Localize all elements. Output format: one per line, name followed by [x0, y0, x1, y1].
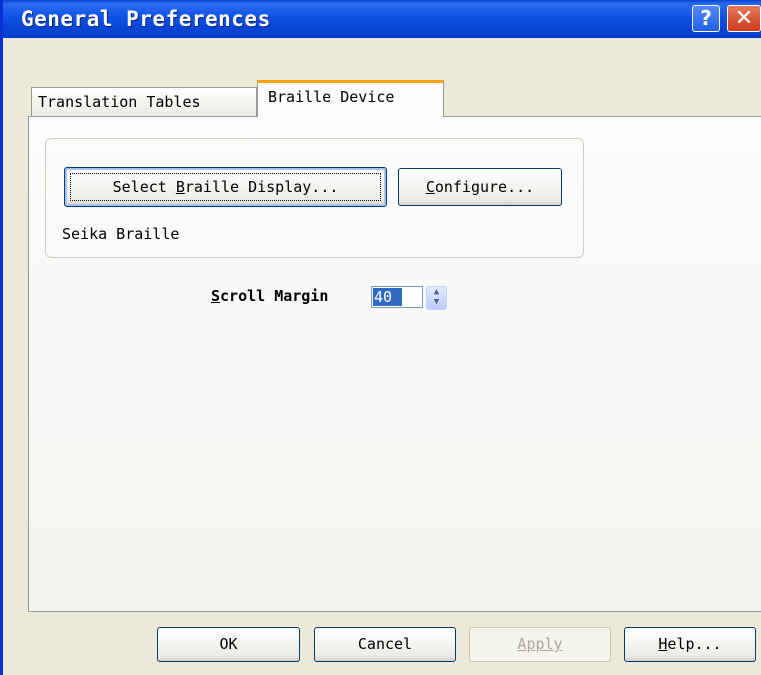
tab-braille-device[interactable]: Braille Device [257, 80, 444, 117]
scroll-margin-mnemonic: S [211, 287, 221, 305]
apply-button[interactable]: Apply [469, 627, 611, 662]
current-device-label: Seika Braille [62, 225, 180, 243]
configure-button[interactable]: Configure... [398, 168, 562, 206]
ok-button[interactable]: OK [157, 627, 300, 662]
title-bar[interactable]: General Preferences ? ✕ [3, 0, 761, 38]
configure-button-label: onfigure... [434, 178, 535, 196]
select-braille-display-button[interactable]: Select Braille Display... [64, 167, 387, 207]
tab-translation-tables[interactable]: Translation Tables [31, 87, 257, 116]
apply-button-label: Apply [517, 635, 563, 653]
scroll-margin-value: 40 [373, 288, 403, 306]
window-title: General Preferences [21, 7, 271, 31]
help-button[interactable]: Help... [624, 627, 756, 662]
close-icon[interactable]: ✕ [727, 5, 761, 32]
scroll-margin-spinner[interactable]: ▲ ▼ [426, 286, 447, 310]
cancel-button[interactable]: Cancel [314, 627, 456, 662]
spin-down-icon[interactable]: ▼ [427, 297, 446, 307]
focus-rectangle [70, 173, 381, 201]
help-button-label: elp... [667, 635, 722, 653]
configure-button-mnemonic: C [425, 178, 435, 196]
scroll-margin-input[interactable]: 40 [371, 286, 423, 308]
scroll-margin-label-text: croll Margin [220, 287, 329, 305]
scroll-margin-label: Scroll Margin [211, 287, 328, 305]
help-icon[interactable]: ? [692, 5, 720, 32]
spin-up-icon[interactable]: ▲ [427, 287, 446, 297]
dialog-window: General Preferences ? ✕ Translation Tabl… [0, 0, 761, 675]
